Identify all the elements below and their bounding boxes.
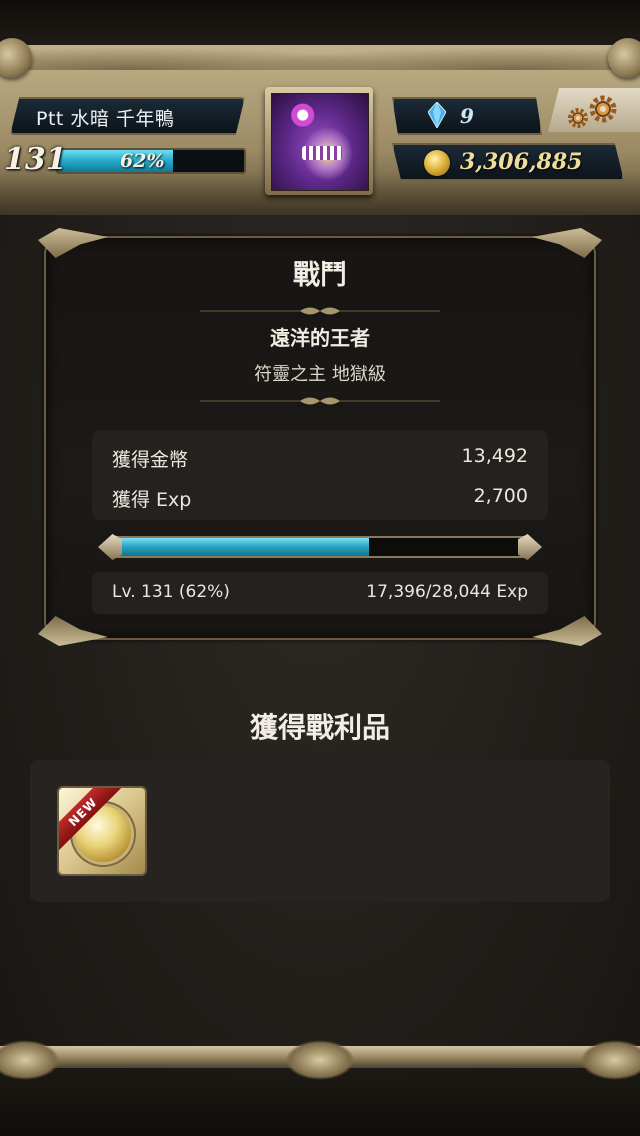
player-level: 131 (4, 142, 67, 177)
bottom-ornament-center (285, 1040, 355, 1080)
exp-reward-label: 獲得 Exp (112, 489, 192, 511)
gem-count: 9 (460, 104, 474, 128)
exp-text: 17,396/28,044 Exp (366, 582, 528, 602)
bar-cap-right-icon (518, 534, 542, 560)
bottom-ornament-right (580, 1040, 640, 1080)
battle-title: 戰鬥 (293, 260, 347, 291)
top-ornament (0, 30, 640, 70)
leader-monster-portrait (271, 93, 369, 191)
gold-count: 3,306,885 (460, 149, 583, 175)
bottom-ornament-left (0, 1040, 60, 1080)
loot-item[interactable]: NEW (57, 786, 147, 876)
gold-reward-value: 13,492 (461, 445, 528, 467)
progress-fill (114, 538, 370, 556)
progress-track (112, 536, 528, 558)
divider-ornament (200, 397, 440, 405)
diamond-icon (428, 102, 446, 128)
stage-difficulty: 符靈之主 地獄級 (254, 364, 386, 385)
level-progress-bar (98, 532, 542, 562)
player-exp-percent: 62% (120, 150, 165, 172)
gold-coin-icon (424, 150, 450, 176)
stage-name: 遠洋的王者 (270, 326, 370, 350)
bar-cap-left-icon (98, 534, 122, 560)
gold-reward-label: 獲得金幣 (112, 449, 189, 471)
gear-small-icon (568, 108, 588, 128)
gear-icon (589, 95, 617, 123)
player-avatar[interactable] (265, 87, 373, 195)
loot-title: 獲得戰利品 (249, 711, 390, 744)
settings-button[interactable] (548, 88, 640, 132)
player-name: Ptt 水暗 千年鴨 (36, 108, 175, 130)
exp-reward-value: 2,700 (473, 485, 528, 507)
divider-ornament (200, 307, 440, 315)
level-text: Lv. 131 (62%) (112, 582, 230, 602)
ornament-scroll-right-icon (608, 38, 640, 78)
